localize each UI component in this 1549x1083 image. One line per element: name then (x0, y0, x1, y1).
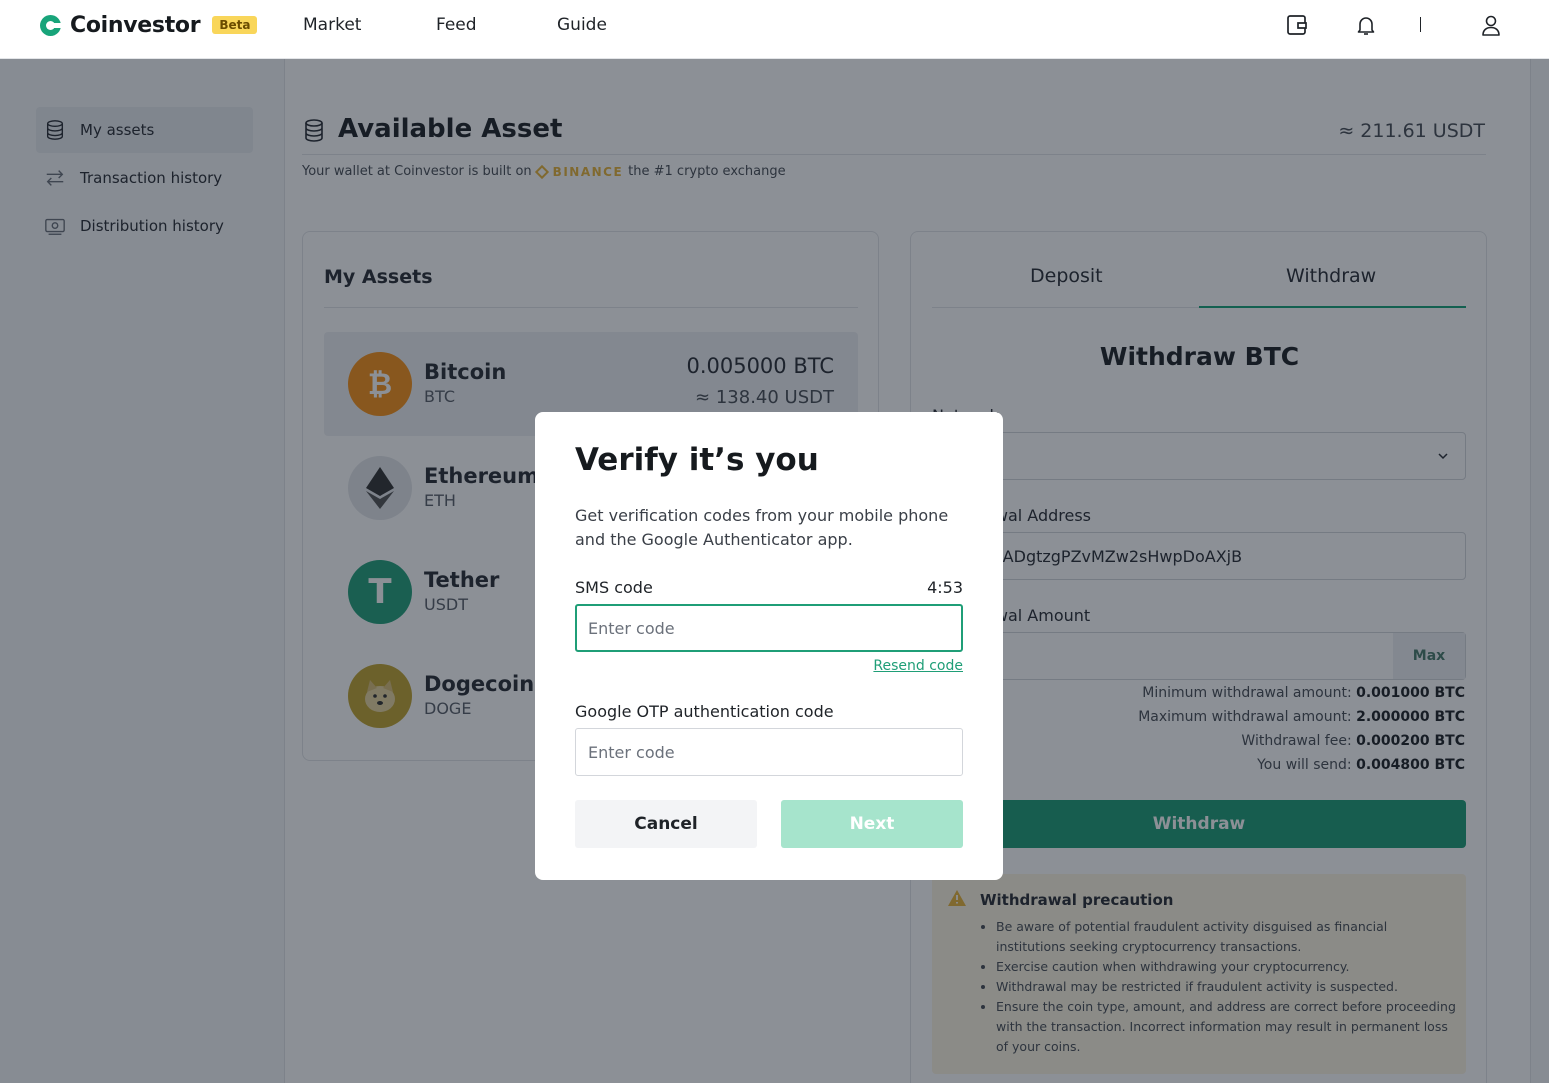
sms-code-input[interactable] (575, 604, 963, 652)
user-profile-icon[interactable] (1479, 13, 1503, 37)
nav-guide[interactable]: Guide (557, 15, 607, 35)
resend-code-link[interactable]: Resend code (873, 658, 963, 674)
top-navigation-bar: Coinvestor Beta Market Feed Guide (0, 0, 1549, 59)
logo[interactable]: Coinvestor Beta (40, 12, 258, 38)
beta-badge: Beta (212, 16, 258, 34)
nav-market[interactable]: Market (303, 15, 361, 35)
google-otp-input[interactable] (575, 728, 963, 776)
notification-bell-icon[interactable] (1354, 13, 1378, 37)
next-button[interactable]: Next (781, 800, 963, 848)
sms-countdown-timer: 4:53 (927, 578, 963, 597)
coinvestor-logo-icon (40, 14, 62, 36)
nav-feed[interactable]: Feed (436, 15, 477, 35)
cancel-button[interactable]: Cancel (575, 800, 757, 848)
dialog-description: Get verification codes from your mobile … (575, 506, 949, 549)
header-divider (1420, 17, 1421, 32)
dialog-title: Verify it’s you (575, 442, 819, 478)
verify-dialog: Verify it’s you Get verification codes f… (535, 412, 1003, 880)
logo-text: Coinvestor (70, 12, 201, 38)
wallet-icon[interactable] (1285, 13, 1309, 37)
google-otp-label: Google OTP authentication code (575, 702, 834, 721)
sms-code-label: SMS code (575, 578, 653, 597)
